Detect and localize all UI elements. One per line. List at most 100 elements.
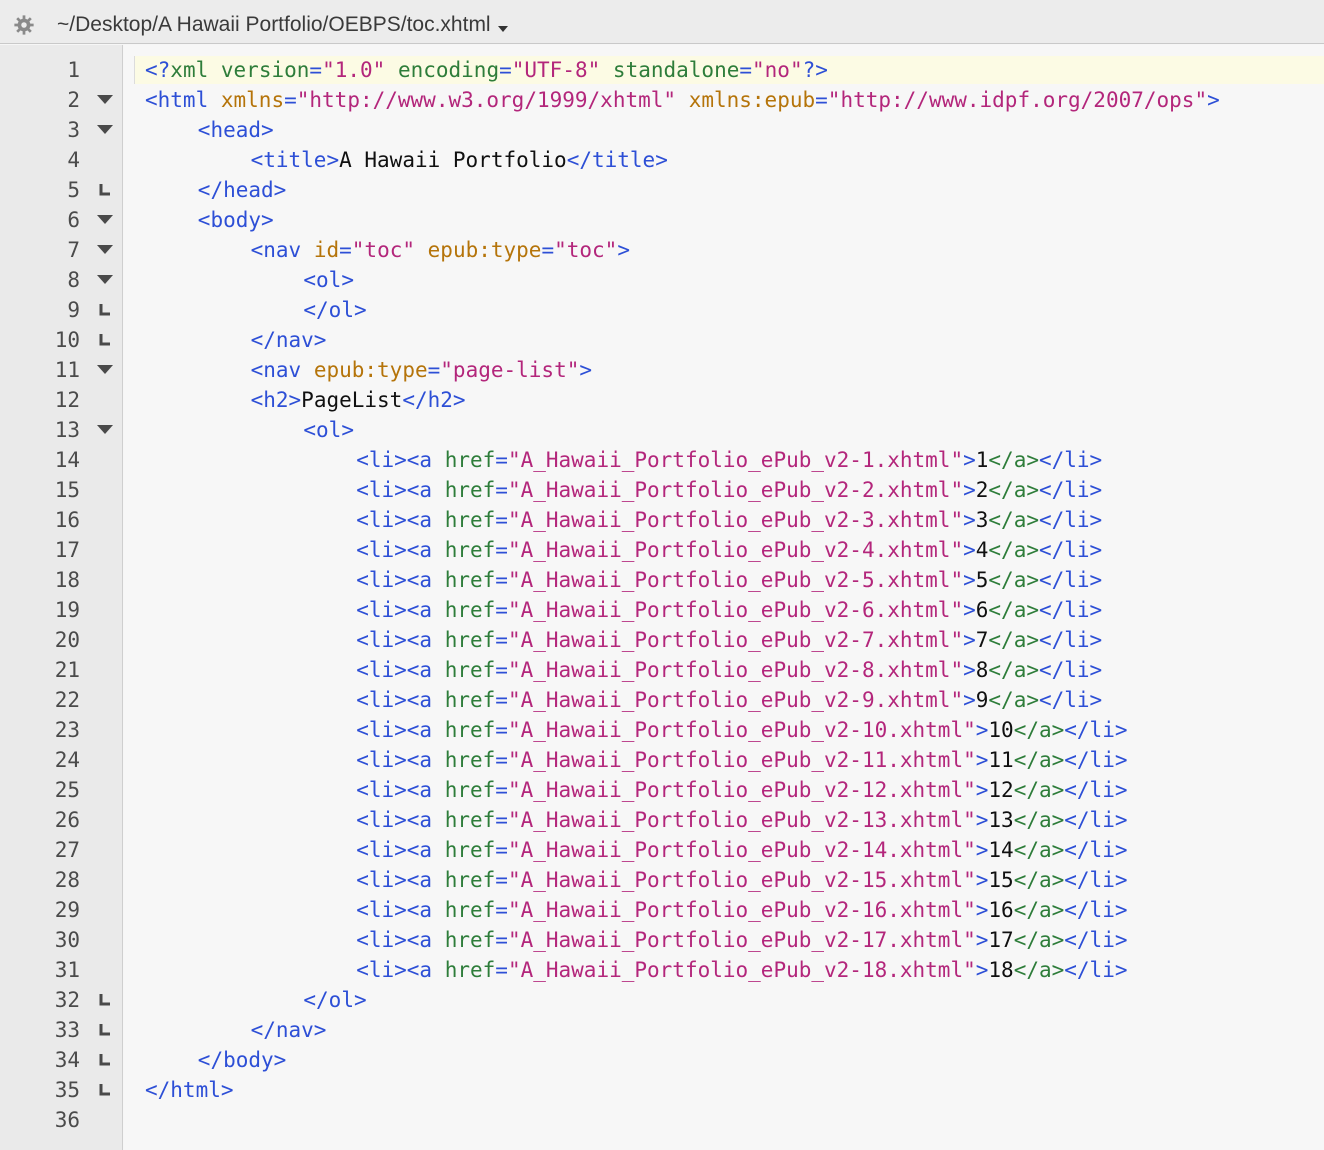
code-token: </ol> xyxy=(303,988,367,1012)
code-text[interactable]: <title>A Hawaii Portfolio</title> xyxy=(251,145,668,175)
code-token: = xyxy=(495,538,508,562)
code-token: = xyxy=(495,868,508,892)
code-token: <li><a xyxy=(356,718,433,742)
code-token: 5 xyxy=(975,568,989,592)
code-text[interactable]: <li><a href="A_Hawaii_Portfolio_ePub_v2-… xyxy=(356,955,1127,985)
line-number: 9 xyxy=(67,298,80,322)
code-token: <nav xyxy=(250,358,302,382)
code-text[interactable]: <html xmlns="http://www.w3.org/1999/xhtm… xyxy=(145,85,1220,115)
code-text[interactable]: </html> xyxy=(145,1075,234,1105)
line-number: 20 xyxy=(54,628,80,652)
code-token: > xyxy=(963,478,976,502)
code-token: 7 xyxy=(975,628,989,652)
code-token: > xyxy=(975,778,989,802)
code-text[interactable]: <li><a href="A_Hawaii_Portfolio_ePub_v2-… xyxy=(356,865,1127,895)
fold-toggle-icon[interactable] xyxy=(97,85,115,115)
fold-end-icon[interactable] xyxy=(97,985,115,1015)
code-text[interactable]: <li><a href="A_Hawaii_Portfolio_ePub_v2-… xyxy=(356,925,1127,955)
code-text[interactable]: <nav id="toc" epub:type="toc"> xyxy=(251,235,630,265)
code-token: </a> xyxy=(1013,928,1065,952)
code-text[interactable]: <li><a href="A_Hawaii_Portfolio_ePub_v2-… xyxy=(356,505,1102,535)
gear-icon[interactable] xyxy=(0,8,57,36)
code-text[interactable]: <li><a href="A_Hawaii_Portfolio_ePub_v2-… xyxy=(356,715,1127,745)
code-token: </a> xyxy=(1013,808,1065,832)
fold-end-icon[interactable] xyxy=(97,295,115,325)
chevron-down-icon[interactable] xyxy=(491,12,508,32)
code-token: "A_Hawaii_Portfolio_ePub_v2-10.xhtml" xyxy=(507,718,976,742)
fold-toggle-icon[interactable] xyxy=(97,415,115,445)
code-text[interactable]: </nav> xyxy=(251,325,327,355)
code-text[interactable]: <li><a href="A_Hawaii_Portfolio_ePub_v2-… xyxy=(356,745,1127,775)
line-number: 26 xyxy=(54,808,80,832)
code-token: </li> xyxy=(1038,568,1103,592)
fold-end-icon[interactable] xyxy=(97,325,115,355)
code-text[interactable]: <ol> xyxy=(303,265,354,295)
code-text[interactable]: <h2>PageList</h2> xyxy=(251,385,466,415)
code-text[interactable]: </nav> xyxy=(251,1015,327,1045)
code-line: 30 <li><a href="A_Hawaii_Portfolio_ePub_v… xyxy=(0,925,1324,955)
code-text[interactable]: <li><a href="A_Hawaii_Portfolio_ePub_v2-… xyxy=(356,475,1102,505)
code-text[interactable]: <li><a href="A_Hawaii_Portfolio_ePub_v2-… xyxy=(356,775,1127,805)
code-text[interactable]: <li><a href="A_Hawaii_Portfolio_ePub_v2-… xyxy=(356,685,1102,715)
code-text[interactable]: <?xml version="1.0" encoding="UTF-8" sta… xyxy=(145,55,828,85)
code-text[interactable]: <li><a href="A_Hawaii_Portfolio_ePub_v2-… xyxy=(356,445,1102,475)
code-token: "A_Hawaii_Portfolio_ePub_v2-17.xhtml" xyxy=(507,928,976,952)
code-text[interactable]: <li><a href="A_Hawaii_Portfolio_ePub_v2-… xyxy=(356,595,1102,625)
file-path[interactable]: ~/Desktop/A Hawaii Portfolio/OEBPS/toc.x… xyxy=(57,13,491,37)
code-token: </a> xyxy=(988,508,1039,532)
line-number: 11 xyxy=(54,358,80,382)
code-token: = xyxy=(495,658,508,682)
fold-toggle-icon[interactable] xyxy=(97,355,115,385)
code-token: = xyxy=(495,898,508,922)
code-token: </li> xyxy=(1064,958,1128,982)
code-token: = xyxy=(495,478,508,502)
line-number: 14 xyxy=(54,448,80,472)
line-number: 32 xyxy=(54,988,80,1012)
code-line: 34 </body> xyxy=(0,1045,1324,1075)
code-token: </li> xyxy=(1038,688,1103,712)
code-text[interactable]: <li><a href="A_Hawaii_Portfolio_ePub_v2-… xyxy=(356,895,1127,925)
code-text[interactable]: <li><a href="A_Hawaii_Portfolio_ePub_v2-… xyxy=(356,655,1102,685)
code-token: "page-list" xyxy=(440,358,580,382)
code-token: 12 xyxy=(988,778,1014,802)
code-text[interactable]: <li><a href="A_Hawaii_Portfolio_ePub_v2-… xyxy=(356,625,1102,655)
code-token: "A_Hawaii_Portfolio_ePub_v2-2.xhtml" xyxy=(507,478,964,502)
code-text[interactable]: </ol> xyxy=(303,295,366,325)
fold-toggle-icon[interactable] xyxy=(97,115,115,145)
fold-toggle-icon[interactable] xyxy=(97,235,115,265)
code-token: <head> xyxy=(197,118,274,142)
fold-end-icon[interactable] xyxy=(97,1045,115,1075)
line-number: 15 xyxy=(54,478,80,502)
fold-toggle-icon[interactable] xyxy=(97,265,115,295)
line-number: 34 xyxy=(54,1048,80,1072)
line-number: 36 xyxy=(54,1108,80,1132)
code-text[interactable]: </body> xyxy=(198,1045,287,1075)
fold-end-icon[interactable] xyxy=(97,175,115,205)
code-token: "A_Hawaii_Portfolio_ePub_v2-11.xhtml" xyxy=(507,748,976,772)
code-token: 3 xyxy=(975,508,989,532)
code-text[interactable]: <head> xyxy=(198,115,274,145)
code-text[interactable]: <li><a href="A_Hawaii_Portfolio_ePub_v2-… xyxy=(356,805,1127,835)
fold-toggle-icon[interactable] xyxy=(97,205,115,235)
code-text[interactable]: <ol> xyxy=(303,415,354,445)
code-token: "A_Hawaii_Portfolio_ePub_v2-13.xhtml" xyxy=(507,808,976,832)
fold-end-icon[interactable] xyxy=(97,1075,115,1105)
code-line: 19 <li><a href="A_Hawaii_Portfolio_ePub_v… xyxy=(0,595,1324,625)
code-text[interactable]: <li><a href="A_Hawaii_Portfolio_ePub_v2-… xyxy=(356,835,1127,865)
code-text[interactable]: <li><a href="A_Hawaii_Portfolio_ePub_v2-… xyxy=(356,535,1102,565)
code-token: href xyxy=(444,658,496,682)
code-text[interactable]: <body> xyxy=(198,205,274,235)
code-token: <li><a xyxy=(356,538,433,562)
line-number: 10 xyxy=(54,328,80,352)
code-token: > xyxy=(963,508,976,532)
code-text[interactable]: </head> xyxy=(198,175,287,205)
code-text[interactable]: </ol> xyxy=(303,985,366,1015)
code-text[interactable]: <li><a href="A_Hawaii_Portfolio_ePub_v2-… xyxy=(356,565,1102,595)
code-token: = xyxy=(495,628,508,652)
code-text[interactable]: <nav epub:type="page-list"> xyxy=(251,355,592,385)
fold-end-icon[interactable] xyxy=(97,1015,115,1045)
